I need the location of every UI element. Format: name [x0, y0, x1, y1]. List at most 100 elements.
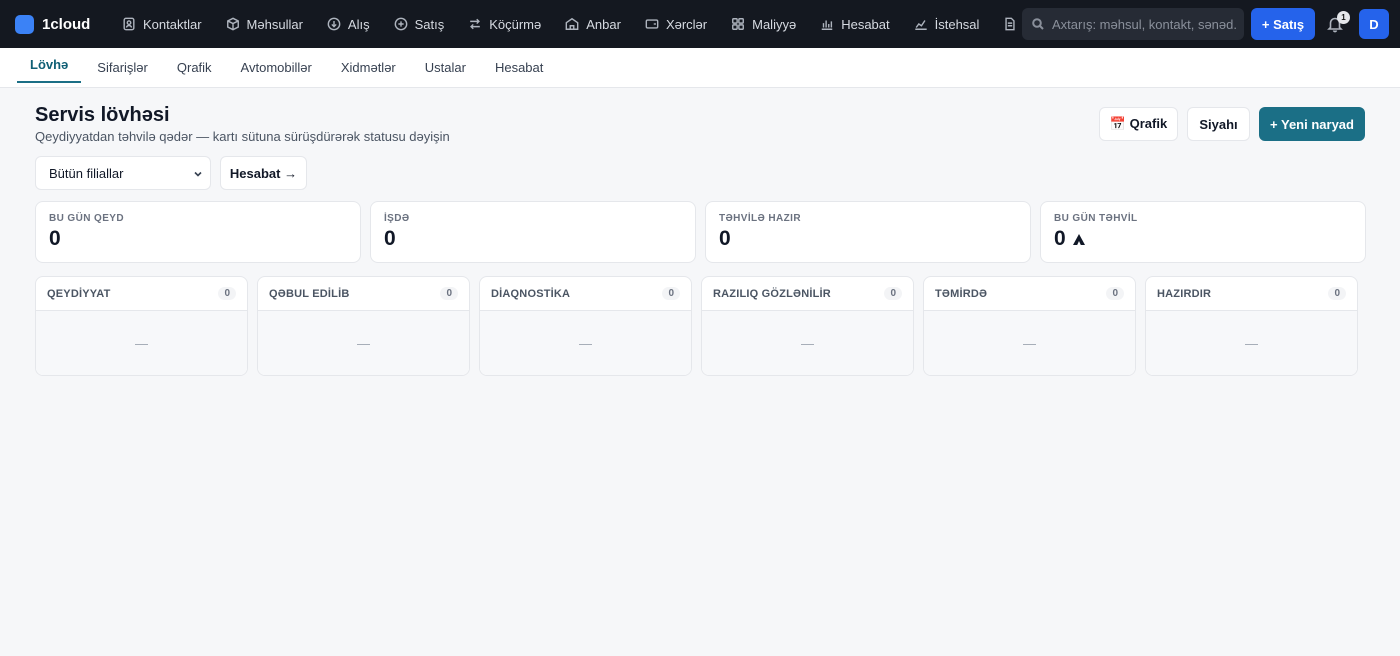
notifications-button[interactable]: 1: [1326, 11, 1350, 34]
search-icon: [1032, 18, 1044, 30]
stat-card-ready-for-delivery: TƏHVİLƏ HAZIR 0: [705, 201, 1031, 263]
column-dropzone[interactable]: —: [1146, 311, 1357, 375]
factory-icon: [914, 20, 927, 30]
new-sale-button[interactable]: + Satış: [1251, 8, 1315, 40]
kanban-column-accepted: QƏBUL EDİLİB 0 —: [257, 276, 470, 376]
bar-chart-icon: [821, 20, 833, 30]
column-count: 0: [218, 287, 236, 300]
empty-placeholder: —: [801, 335, 814, 351]
stat-label: BU GÜN QEYD: [49, 213, 124, 224]
tab-services[interactable]: Xidmətlər: [328, 48, 409, 87]
search-input[interactable]: [1052, 16, 1237, 32]
column-title: DİAQNOSTİKA: [491, 287, 571, 300]
document-icon: [1005, 17, 1016, 31]
global-search[interactable]: [1022, 8, 1244, 40]
nav-item-sales[interactable]: Satış: [382, 0, 457, 48]
tab-board[interactable]: Lövhə: [17, 48, 82, 83]
column-title: QEYDİYYAT: [47, 287, 111, 300]
nav-item-purchase[interactable]: Alış: [315, 0, 382, 48]
brand-name: 1cloud: [42, 15, 91, 33]
column-count: 0: [884, 287, 902, 300]
column-dropzone[interactable]: —: [924, 311, 1135, 375]
brand[interactable]: 1cloud: [15, 14, 100, 34]
kanban-column-awaiting-approval: RAZILIQ GÖZLƏNİLİR 0 —: [701, 276, 914, 376]
kanban-column-diagnostics: DİAQNOSTİKA 0 —: [479, 276, 692, 376]
nav-item-contacts[interactable]: Kontaktlar: [110, 0, 214, 48]
nav-item-label: Satış: [414, 16, 445, 32]
stat-value: 0: [384, 227, 396, 250]
nav-item-label: Hesabat: [841, 16, 890, 32]
nav-item-expenses[interactable]: Xərclər: [633, 0, 719, 48]
column-count: 0: [1328, 287, 1346, 300]
stat-value: 0: [1054, 227, 1066, 250]
nav-item-label: Xərclər: [665, 16, 708, 32]
stat-value: 0: [719, 227, 731, 250]
contacts-icon: [123, 17, 135, 31]
nav-item-warehouse[interactable]: Anbar: [553, 0, 633, 48]
column-count: 0: [440, 287, 458, 300]
stat-card-in-progress: İŞDƏ 0: [370, 201, 696, 263]
schedule-button[interactable]: 📅 Qrafik: [1099, 107, 1178, 141]
plus-circle-icon: [394, 17, 407, 31]
warehouse-icon: [565, 17, 579, 30]
nav-item-finance[interactable]: Maliyyə: [719, 0, 808, 48]
column-title: HAZIRDIR: [1157, 287, 1212, 300]
new-work-order-button[interactable]: + Yeni naryad: [1259, 107, 1365, 141]
nav-item-label: Maliyyə: [752, 16, 797, 32]
column-dropzone[interactable]: —: [258, 311, 469, 375]
kanban-column-registration: QEYDİYYAT 0 —: [35, 276, 248, 376]
list-view-button[interactable]: Siyahı: [1187, 107, 1250, 141]
kanban-column-in-repair: TƏMİRDƏ 0 —: [923, 276, 1136, 376]
tab-vehicles[interactable]: Avtomobillər: [228, 48, 325, 87]
tab-orders[interactable]: Sifarişlər: [84, 48, 161, 87]
branch-select-value: Bütün filiallar: [49, 165, 124, 181]
tent-icon: [1072, 234, 1085, 245]
nav-item-label: Məhsullar: [246, 16, 303, 32]
empty-placeholder: —: [357, 335, 370, 351]
column-dropzone[interactable]: —: [36, 311, 247, 375]
top-bar: 1cloud Kontaktlar Məhsullar Alış Satış K…: [0, 0, 1400, 48]
column-title: RAZILIQ GÖZLƏNİLİR: [713, 287, 831, 300]
column-dropzone[interactable]: —: [480, 311, 691, 375]
nav-item-reports[interactable]: Hesabat: [808, 0, 901, 48]
empty-placeholder: —: [1245, 335, 1258, 351]
sub-tabs: Lövhə Sifarişlər Qrafik Avtomobillər Xid…: [0, 48, 1400, 88]
swap-icon: [470, 18, 481, 30]
nav-item-more[interactable]: [991, 0, 1022, 48]
column-count: 0: [662, 287, 680, 300]
branch-select[interactable]: Bütün filiallar: [35, 156, 211, 190]
nav-item-transfer[interactable]: Köçürmə: [456, 0, 553, 48]
tab-mechanics[interactable]: Ustalar: [412, 48, 479, 87]
notifications-badge: 1: [1337, 11, 1350, 24]
empty-placeholder: —: [579, 335, 592, 351]
page-title: Servis lövhəsi: [35, 104, 170, 126]
kanban-column-ready: HAZIRDIR 0 —: [1145, 276, 1358, 376]
stat-card-registered-today: BU GÜN QEYD 0: [35, 201, 361, 263]
nav-item-label: Anbar: [586, 16, 621, 32]
main-nav: Kontaktlar Məhsullar Alış Satış Köçürmə …: [110, 0, 1022, 48]
column-title: QƏBUL EDİLİB: [269, 287, 350, 300]
tab-schedule[interactable]: Qrafik: [164, 48, 225, 87]
nav-item-production[interactable]: İstehsal: [902, 0, 992, 48]
tab-report[interactable]: Hesabat: [482, 48, 556, 87]
empty-placeholder: —: [135, 335, 148, 351]
wallet-icon: [645, 19, 659, 29]
box-icon: [226, 17, 239, 31]
user-avatar[interactable]: D: [1359, 9, 1389, 39]
column-dropzone[interactable]: —: [702, 311, 913, 375]
page-subtitle: Qeydiyyatdan təhvilə qədər — kartı sütun…: [35, 129, 450, 144]
nav-item-label: Kontaktlar: [143, 16, 202, 32]
column-count: 0: [1106, 287, 1124, 300]
nav-item-label: Alış: [347, 16, 370, 32]
report-button[interactable]: Hesabat →: [220, 156, 307, 190]
brand-logo-icon: [15, 14, 34, 34]
grid-icon: [732, 18, 745, 30]
nav-item-label: Köçürmə: [489, 16, 542, 32]
download-circle-icon: [327, 17, 341, 31]
stat-label: TƏHVİLƏ HAZIR: [719, 213, 801, 224]
chevron-down-icon: [194, 171, 202, 177]
nav-item-label: İstehsal: [934, 16, 980, 32]
stat-card-delivered-today: BU GÜN TƏHVİL 0: [1040, 201, 1366, 263]
stat-label: BU GÜN TƏHVİL: [1054, 213, 1138, 224]
nav-item-products[interactable]: Məhsullar: [214, 0, 315, 48]
